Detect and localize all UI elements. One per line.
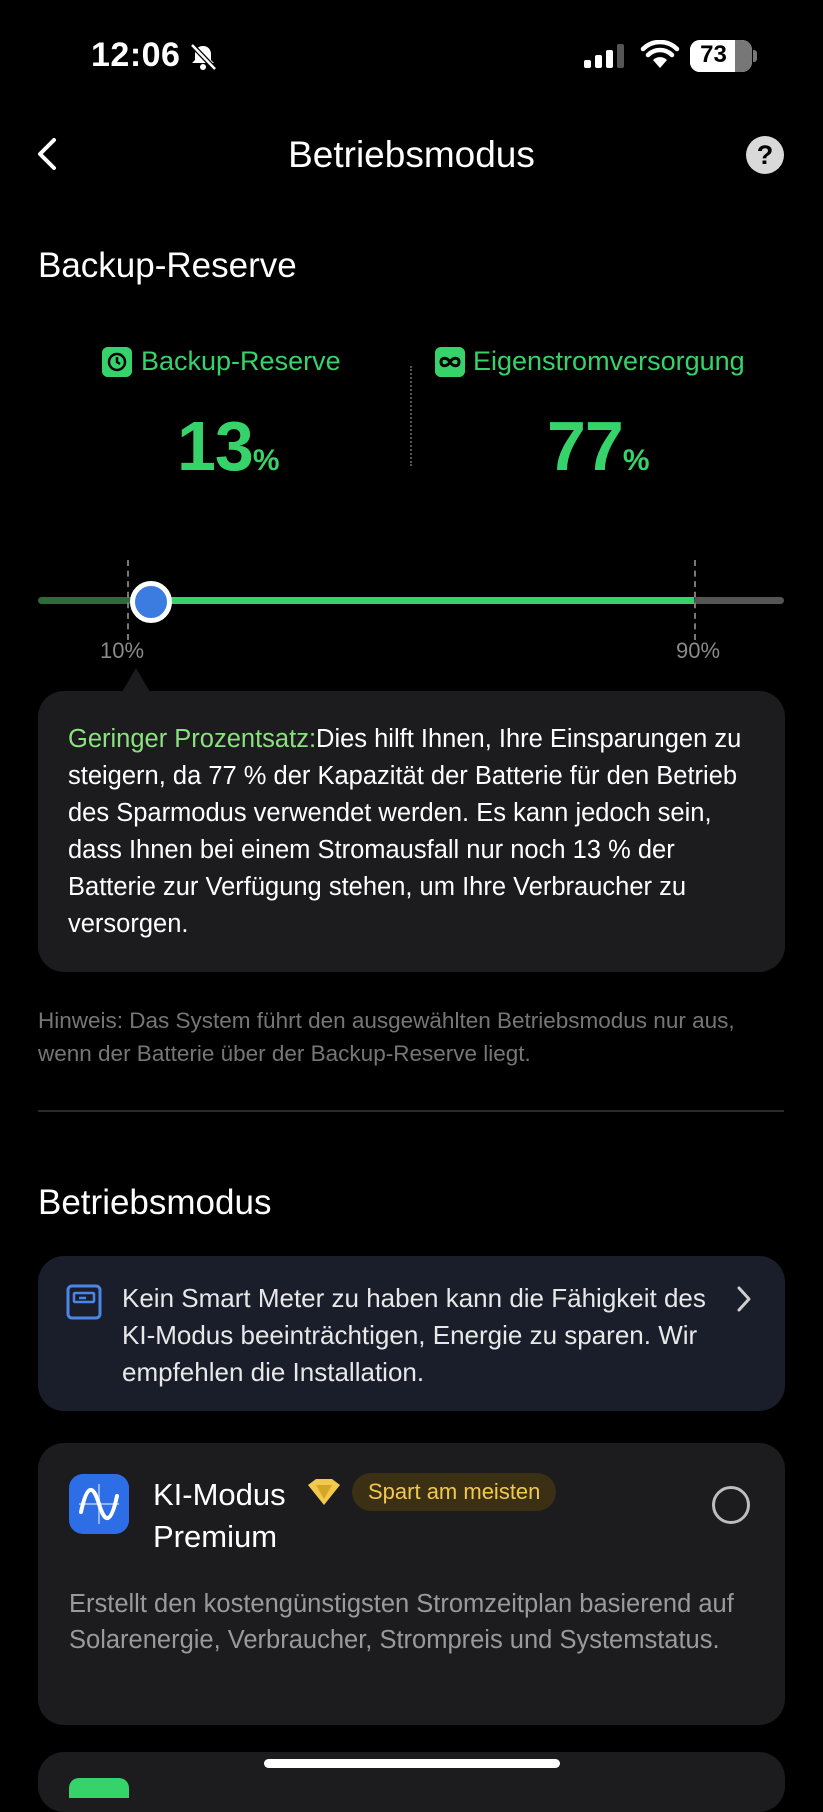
savings-badge: Spart am meisten: [352, 1473, 557, 1511]
slider-track-self[interactable]: [148, 597, 694, 604]
backup-reserve-label: Backup-Reserve: [141, 346, 341, 376]
ai-mode-title-line1: KI-Modus: [153, 1477, 286, 1512]
slider-max-label: 90%: [676, 638, 721, 663]
help-icon[interactable]: ?: [746, 136, 784, 174]
ai-mode-title: KI-Modus Premium: [153, 1474, 286, 1558]
backup-icon: [102, 347, 132, 377]
reserve-number: 13: [177, 407, 254, 485]
status-time: 12:06: [91, 36, 181, 74]
reserve-value: 13%: [177, 406, 280, 486]
home-indicator[interactable]: [264, 1759, 560, 1768]
ai-wave-icon: [69, 1474, 129, 1534]
info-pointer: [122, 668, 150, 692]
ai-mode-radio[interactable]: [712, 1486, 750, 1524]
ai-mode-title-line2: Premium: [153, 1519, 278, 1554]
battery-percent: 73: [700, 41, 727, 68]
ai-mode-description: Erstellt den kostengünstigsten Stromzeit…: [69, 1590, 734, 1654]
hint-text: Hinweis: Das System führt den ausgewählt…: [38, 1008, 735, 1066]
signal-icon: [584, 44, 624, 68]
slider-min-tick: [127, 560, 129, 640]
smart-meter-icon: [66, 1284, 102, 1320]
infinity-icon: [435, 347, 465, 377]
backup-section-title: Backup-Reserve: [38, 246, 297, 285]
info-text: Geringer Prozentsatz:Dies hilft Ihnen, I…: [68, 721, 768, 943]
section-divider: [38, 1110, 784, 1112]
diamond-icon: [308, 1479, 340, 1505]
wifi-icon: [640, 40, 680, 68]
next-mode-icon: [69, 1778, 129, 1798]
battery-indicator: 73: [690, 40, 752, 72]
mode-section-title: Betriebsmodus: [38, 1183, 272, 1222]
reserve-slider-thumb[interactable]: [130, 581, 172, 623]
self-supply-number: 77: [547, 407, 624, 485]
stats-divider: [410, 366, 412, 466]
smart-meter-banner-text: Kein Smart Meter zu haben kann die Fähig…: [122, 1283, 706, 1387]
slider-track-max[interactable]: [694, 597, 784, 604]
slider-min-label: 10%: [100, 638, 145, 663]
reserve-unit: %: [252, 444, 280, 477]
self-supply-label: Eigenstromversorgung: [473, 346, 745, 376]
self-supply-value: 77%: [547, 406, 650, 486]
chevron-right-icon[interactable]: [734, 1284, 754, 1314]
info-highlight: Geringer Prozentsatz:: [68, 725, 317, 753]
page-title: Betriebsmodus: [288, 134, 535, 175]
battery-tip: [753, 50, 757, 62]
info-body: Dies hilft Ihnen, Ihre Einsparungen zu s…: [68, 725, 742, 938]
bell-slash-icon: [190, 43, 217, 71]
self-supply-unit: %: [622, 444, 650, 477]
slider-max-tick: [694, 560, 696, 640]
